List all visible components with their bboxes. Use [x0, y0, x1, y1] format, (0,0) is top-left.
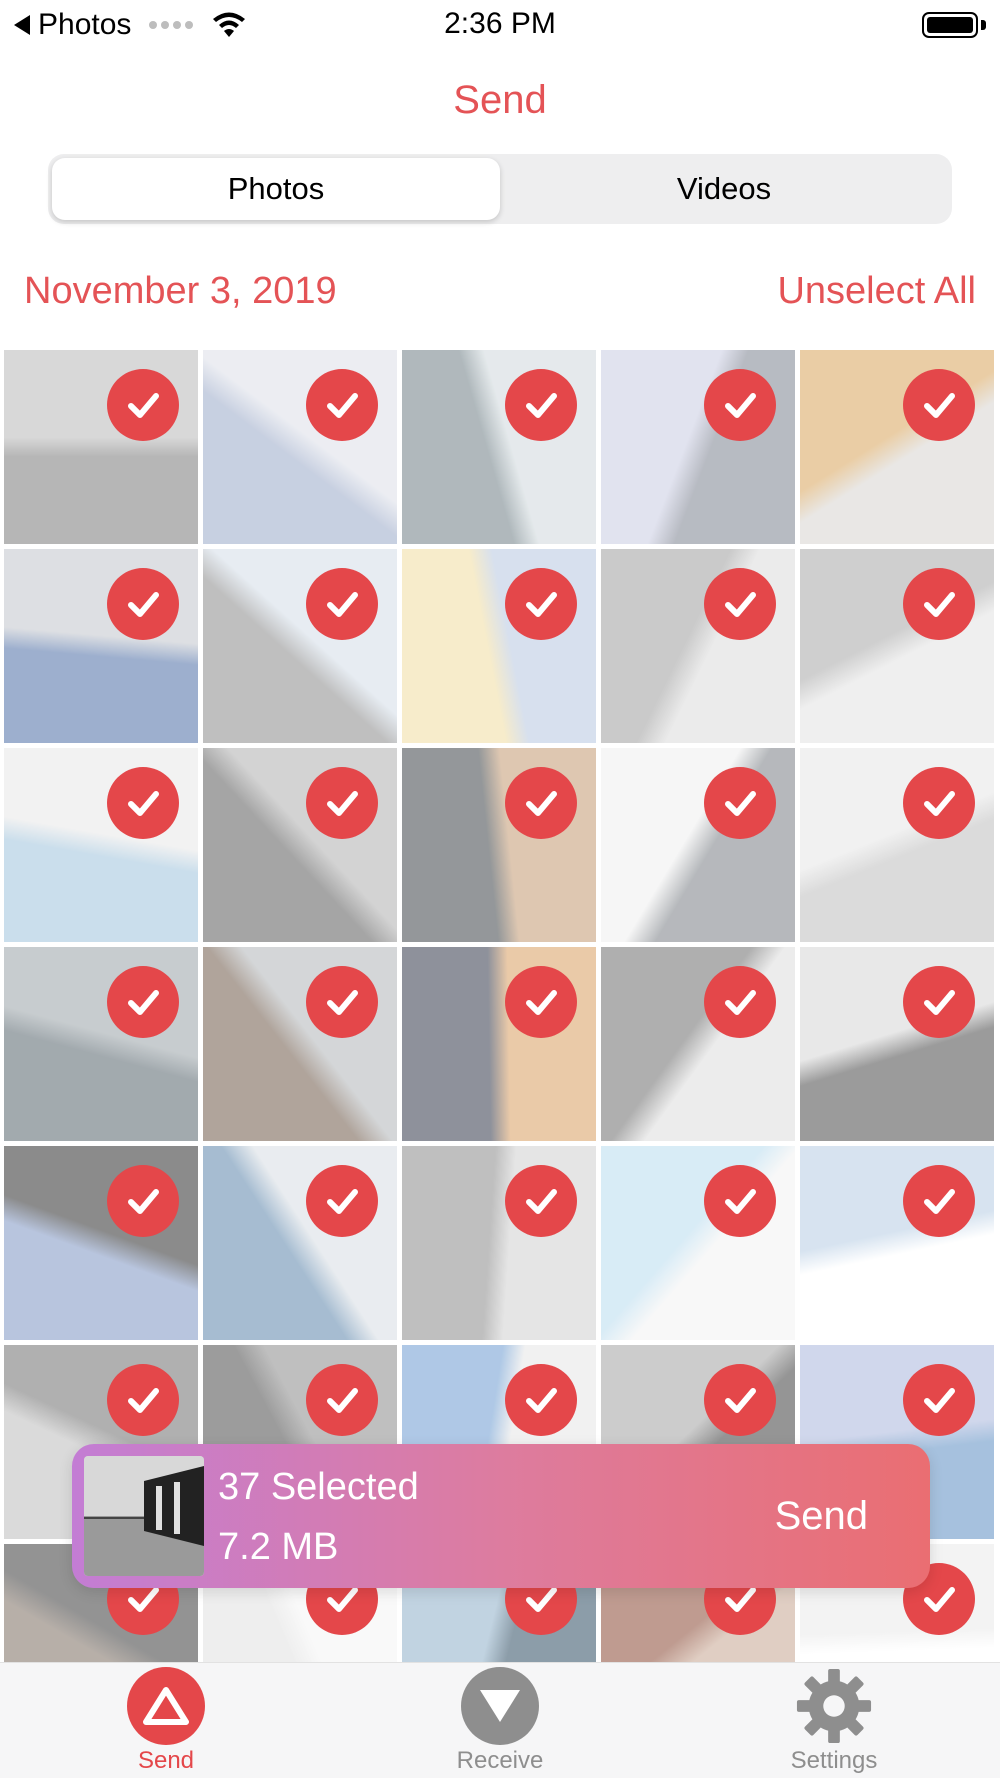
photo-thumbnail[interactable]: [4, 549, 198, 743]
checkmark-icon[interactable]: [903, 1364, 975, 1436]
checkmark-icon[interactable]: [704, 369, 776, 441]
photo-thumbnail[interactable]: [402, 350, 596, 544]
tab-send-label: Send: [137, 1747, 195, 1774]
checkmark-icon[interactable]: [505, 767, 577, 839]
photo-thumbnail[interactable]: [203, 549, 397, 743]
photo-thumbnail[interactable]: [203, 947, 397, 1141]
photo-thumbnail[interactable]: [800, 947, 994, 1141]
tab-photos[interactable]: Photos: [52, 158, 500, 220]
checkmark-icon[interactable]: [107, 767, 179, 839]
photo-thumbnail[interactable]: [601, 350, 795, 544]
photo-thumbnail[interactable]: [800, 748, 994, 942]
page-title: Send: [453, 78, 547, 122]
checkmark-icon[interactable]: [306, 369, 378, 441]
checkmark-icon[interactable]: [704, 1364, 776, 1436]
checkmark-icon[interactable]: [704, 966, 776, 1038]
send-button[interactable]: Send: [775, 1494, 868, 1539]
gear-icon: [795, 1667, 873, 1745]
checkmark-icon[interactable]: [306, 767, 378, 839]
checkmark-icon[interactable]: [704, 568, 776, 640]
photo-thumbnail[interactable]: [601, 1146, 795, 1340]
status-time: 2:36 PM: [444, 7, 556, 40]
checkmark-icon[interactable]: [306, 1364, 378, 1436]
selection-summary-bar[interactable]: 37 Selected 7.2 MB Send: [72, 1444, 930, 1588]
tab-send[interactable]: Send: [86, 1667, 246, 1775]
photo-thumbnail[interactable]: [203, 1146, 397, 1340]
checkmark-icon[interactable]: [903, 966, 975, 1038]
photo-thumbnail[interactable]: [4, 947, 198, 1141]
down-triangle-icon: [461, 1667, 539, 1745]
photo-thumbnail[interactable]: [800, 549, 994, 743]
selected-count: 37 Selected: [218, 1466, 419, 1508]
checkmark-icon[interactable]: [306, 966, 378, 1038]
photo-thumbnail[interactable]: [402, 549, 596, 743]
checkmark-icon[interactable]: [107, 966, 179, 1038]
tab-receive[interactable]: Receive: [420, 1667, 580, 1775]
photo-thumbnail[interactable]: [601, 748, 795, 942]
battery-icon: [922, 12, 978, 38]
checkmark-icon[interactable]: [306, 1165, 378, 1237]
photo-thumbnail[interactable]: [402, 748, 596, 942]
checkmark-icon[interactable]: [505, 1165, 577, 1237]
photo-thumbnail[interactable]: [203, 748, 397, 942]
checkmark-icon[interactable]: [704, 1165, 776, 1237]
photo-thumbnail[interactable]: [601, 947, 795, 1141]
checkmark-icon[interactable]: [704, 767, 776, 839]
photo-thumbnail[interactable]: [402, 1146, 596, 1340]
tab-videos[interactable]: Videos: [500, 158, 948, 220]
media-type-segmented-control[interactable]: Photos Videos: [48, 154, 952, 224]
photo-thumbnail[interactable]: [4, 350, 198, 544]
tab-receive-label: Receive: [456, 1747, 544, 1774]
checkmark-icon[interactable]: [107, 369, 179, 441]
tab-settings-label: Settings: [790, 1747, 878, 1774]
selected-size: 7.2 MB: [218, 1526, 339, 1568]
checkmark-icon[interactable]: [903, 767, 975, 839]
photo-thumbnail[interactable]: [4, 1146, 198, 1340]
checkmark-icon[interactable]: [306, 568, 378, 640]
photo-thumbnail[interactable]: [203, 350, 397, 544]
checkmark-icon[interactable]: [505, 1364, 577, 1436]
selection-thumbnail: [84, 1456, 204, 1576]
checkmark-icon[interactable]: [903, 1165, 975, 1237]
unselect-all-button[interactable]: Unselect All: [777, 270, 976, 313]
checkmark-icon[interactable]: [903, 568, 975, 640]
checkmark-icon[interactable]: [107, 1364, 179, 1436]
photo-thumbnail[interactable]: [4, 748, 198, 942]
checkmark-icon[interactable]: [505, 966, 577, 1038]
up-triangle-icon: [127, 1667, 205, 1745]
photo-thumbnail[interactable]: [402, 947, 596, 1141]
tab-settings[interactable]: Settings: [754, 1667, 914, 1775]
section-header: November 3, 2019 Unselect All: [24, 270, 976, 313]
photo-thumbnail[interactable]: [800, 1146, 994, 1340]
photo-thumbnail[interactable]: [800, 350, 994, 544]
checkmark-icon[interactable]: [505, 568, 577, 640]
checkmark-icon[interactable]: [107, 568, 179, 640]
checkmark-icon[interactable]: [903, 369, 975, 441]
photo-thumbnail[interactable]: [601, 549, 795, 743]
section-date: November 3, 2019: [24, 270, 337, 312]
tab-bar: Send Receive Settings: [0, 1662, 1000, 1778]
battery-tip: [981, 20, 986, 30]
checkmark-icon[interactable]: [505, 369, 577, 441]
checkmark-icon[interactable]: [107, 1165, 179, 1237]
status-bar: Photos 2:36 PM: [0, 0, 1000, 50]
